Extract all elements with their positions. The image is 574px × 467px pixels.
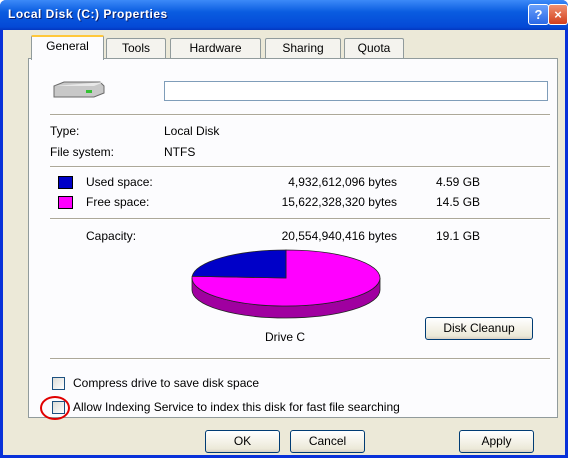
- free-space-swatch: [58, 196, 73, 209]
- type-value: Local Disk: [164, 124, 220, 138]
- free-space-size: 14.5 GB: [436, 195, 481, 209]
- highlight-circle: [40, 396, 70, 420]
- disk-usage-pie: [191, 249, 381, 319]
- compress-label: Compress drive to save disk space: [73, 376, 260, 390]
- indexing-label: Allow Indexing Service to index this dis…: [73, 400, 400, 414]
- used-space-swatch: [58, 176, 73, 189]
- apply-button[interactable]: Apply: [459, 430, 534, 453]
- used-space-label: Used space:: [86, 175, 153, 189]
- separator: [50, 166, 550, 168]
- close-button[interactable]: ×: [548, 4, 568, 25]
- compress-checkbox[interactable]: [52, 377, 65, 390]
- ok-button[interactable]: OK: [205, 430, 280, 453]
- capacity-size: 19.1 GB: [436, 229, 481, 243]
- volume-label-input[interactable]: [164, 81, 548, 101]
- capacity-bytes: 20,554,940,416 bytes: [281, 229, 397, 243]
- tab-hardware[interactable]: Hardware: [170, 38, 261, 58]
- free-space-label: Free space:: [86, 195, 150, 209]
- tab-general[interactable]: General: [31, 35, 104, 60]
- file-system-value: NTFS: [164, 145, 196, 159]
- used-space-size: 4.59 GB: [436, 175, 481, 189]
- file-system-label: File system:: [50, 145, 115, 159]
- window-title: Local Disk (C:) Properties: [8, 7, 168, 21]
- pie-used-slice: [191, 249, 287, 279]
- drive-label: Drive C: [264, 330, 305, 344]
- disk-cleanup-button[interactable]: Disk Cleanup: [425, 317, 533, 340]
- cancel-button[interactable]: Cancel: [290, 430, 365, 453]
- hard-drive-icon: [53, 81, 105, 98]
- tab-tools[interactable]: Tools: [106, 38, 166, 58]
- type-label: Type:: [50, 124, 80, 138]
- separator: [50, 114, 550, 116]
- tab-sharing[interactable]: Sharing: [265, 38, 341, 58]
- free-space-bytes: 15,622,328,320 bytes: [281, 195, 397, 209]
- help-button[interactable]: ?: [528, 4, 549, 25]
- used-space-bytes: 4,932,612,096 bytes: [288, 175, 397, 189]
- tab-quota[interactable]: Quota: [344, 38, 404, 58]
- title-bar[interactable]: Local Disk (C:) Properties ? ×: [0, 0, 568, 30]
- separator: [50, 358, 550, 360]
- separator: [50, 218, 550, 220]
- capacity-label: Capacity:: [86, 229, 137, 243]
